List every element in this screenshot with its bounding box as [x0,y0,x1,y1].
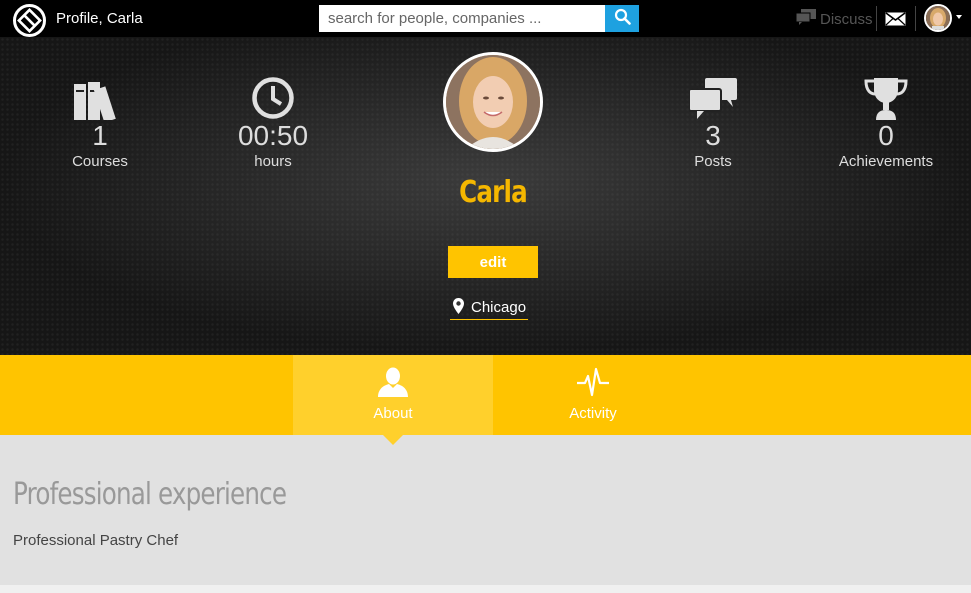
stat-label: Posts [694,153,732,170]
stat-hours[interactable]: 00:50 hours [193,37,353,170]
tab-activity[interactable]: Activity [493,355,693,435]
profile-tabs: About Activity [0,355,971,435]
stat-label: Courses [72,153,128,170]
discuss-link[interactable]: Discuss [795,9,873,29]
discuss-icon [795,9,816,29]
stat-label: hours [254,153,292,170]
map-pin-icon [453,297,464,318]
discuss-label: Discuss [820,10,873,28]
pulse-icon [493,355,693,397]
chevron-down-icon[interactable] [956,15,962,19]
tab-label: Activity [569,405,617,422]
location-link[interactable]: Chicago [450,296,528,320]
section-heading: Professional experience [13,477,287,512]
clock-icon [193,64,353,120]
about-section: Professional experience Professional Pas… [0,435,971,585]
tab-label: About [373,405,413,422]
stat-value: 0 [878,120,894,151]
search-input[interactable] [319,5,605,32]
profile-photo [443,52,543,152]
stat-value: 1 [92,120,108,151]
top-navbar: Profile, Carla Discuss [0,0,971,37]
user-avatar[interactable] [924,4,952,32]
section-text: Professional Pastry Chef [13,532,179,549]
books-icon [20,64,180,120]
tab-about[interactable]: About [293,355,493,435]
search-bar [319,5,639,32]
active-tab-pointer [383,435,403,445]
divider [876,6,877,31]
stat-value: 00:50 [237,120,309,151]
profile-header: 1 Courses 00:50 hours Carla edit Chicago [0,37,971,355]
search-button[interactable] [605,5,639,32]
page-title: Profile, Carla [56,10,143,27]
divider [915,6,916,31]
edit-profile-button[interactable]: edit [448,246,538,278]
stat-posts[interactable]: 3 Posts [633,37,793,170]
profile-name: Carla [459,175,528,210]
search-icon [614,8,631,30]
app-logo-icon[interactable] [12,3,47,38]
stat-label: Achievements [838,153,934,170]
stat-achievements[interactable]: 0 Achievements [806,37,966,170]
trophy-icon [806,64,966,120]
stat-value: 3 [705,120,721,151]
stat-courses[interactable]: 1 Courses [20,37,180,170]
chat-icon [633,64,793,120]
mail-icon[interactable] [885,12,906,31]
person-icon [293,355,493,397]
location-label: Chicago [471,299,527,316]
